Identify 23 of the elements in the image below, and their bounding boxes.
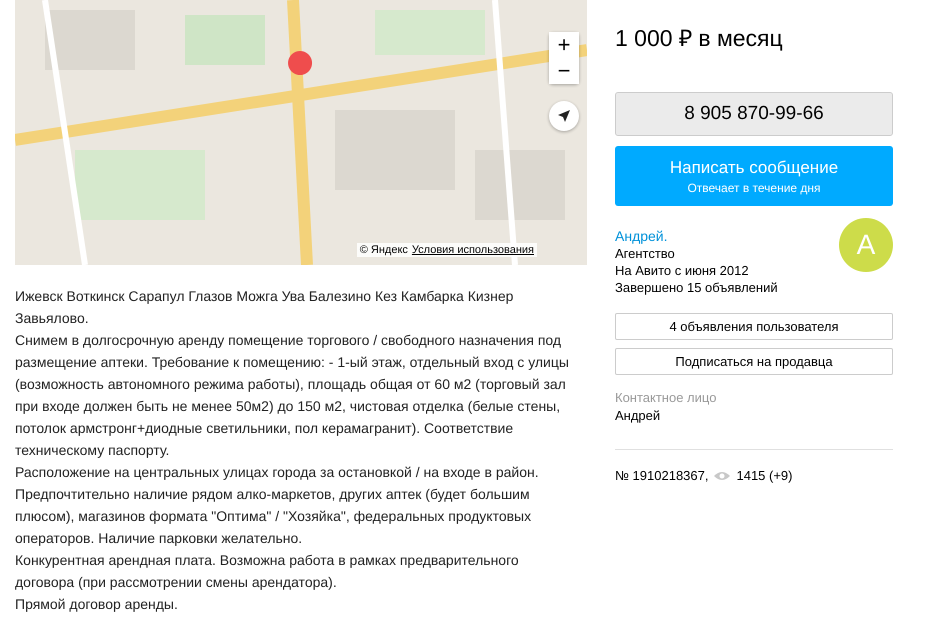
contact-name: Андрей [615,408,662,423]
contact-label: Контактное лицо [615,390,718,405]
seller-button[interactable]: Подписаться на продавца [615,348,893,375]
seller-button[interactable]: 4 объявления пользователя [615,313,893,340]
completed-count: Завершено 15 объявлений [615,280,778,295]
eye-icon [714,470,730,480]
phone-button[interactable]: 8 905 870-99-66 [615,92,893,136]
description-paragraph: Предпочтительно наличие рядом алко-маркетов, других аптек (будет большим плюсом), магазинов формата "Оптима" / "Хозяйка", федеральных продуктовых операторов. Наличие парковки желательно. [15,485,532,548]
description-paragraph: Снимем в долгосрочную аренду помещение торгового / свободного назначения под размещение аптеки. Требование к помещению: - 1-ый этаж, отдельный вход с улицы (возможность автономного режима работы), площадь общая от 60 м2 (торговый зал при входе должен быть не менее 50м2) до 150 м2, чистовая отделка (белые стены, потолок армстронг+диодные светильники, пол керамагранит). Соответствие техническому паспорту. [15,331,570,460]
listing-number: № 1910218367, [615,468,708,483]
zoom-in-button[interactable]: + [549,32,579,58]
description-paragraph: Конкурентная арендная плата. Возможна работа в рамках предварительного договора (при рассмотрении смены арендатора). [15,551,520,592]
seller-since: На Авито с июня 2012 [615,263,750,278]
description-paragraph: Прямой договор аренды. [15,595,179,614]
price: 1 000 ₽ в месяц [615,24,784,53]
navigation-arrow-icon [557,109,571,123]
zoom-out-button[interactable]: − [549,58,579,84]
seller-type: Агентство [615,246,676,261]
description-paragraph: Ижевск Воткинск Сарапул Глазов Можга Ува Балезино Кез Камбарка Кизнер Завьялово. [15,287,514,328]
map-copyright: © Яндекс [360,244,408,256]
description-paragraph: Расположение на центральных улицах города за остановкой / на входе в район. [15,463,540,482]
view-count: 1415 (+9) [736,468,792,483]
terms-link[interactable]: Условия использования [412,244,534,256]
